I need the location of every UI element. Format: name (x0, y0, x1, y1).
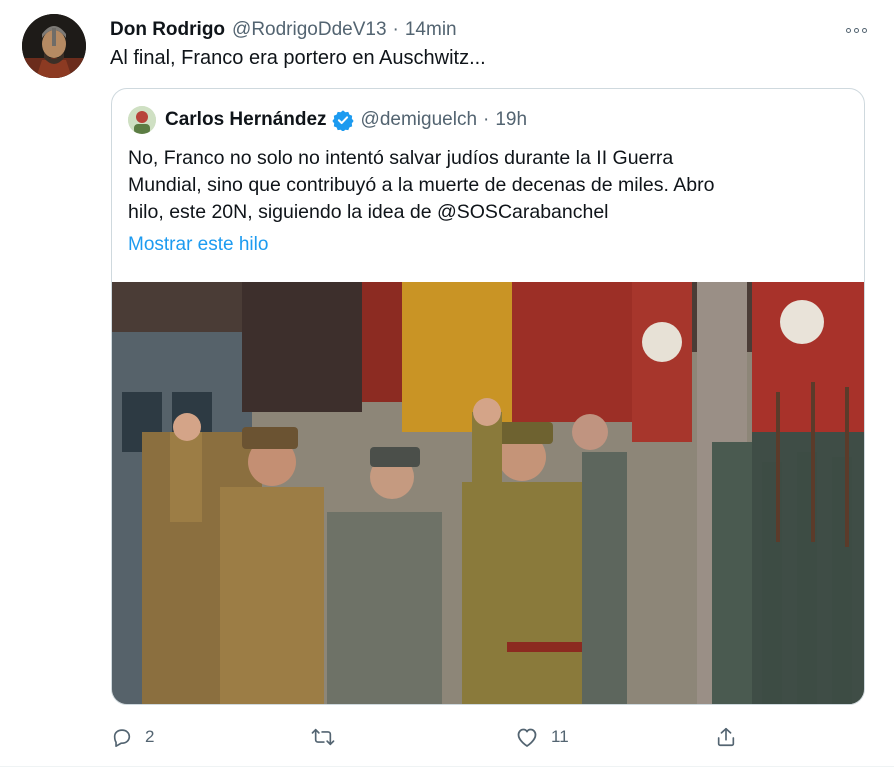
quoted-tweet[interactable]: Carlos Hernández @demiguelch · 19h No, F… (111, 88, 865, 705)
share-button[interactable] (715, 722, 737, 752)
verified-icon (331, 109, 354, 131)
quoted-tweet-timestamp[interactable]: 19h (495, 109, 527, 131)
avatar-image (22, 14, 86, 78)
reply-count: 2 (145, 727, 155, 746)
quoted-text-line: No, Franco no solo no intentó salvar jud… (128, 147, 674, 169)
author-name[interactable]: Don Rodrigo (110, 19, 225, 41)
quoted-tweet-header: Carlos Hernández @demiguelch · 19h (128, 106, 527, 134)
retweet-icon (311, 728, 335, 746)
share-icon (717, 727, 735, 747)
author-handle[interactable]: @RodrigoDdeV13 (232, 19, 387, 41)
quoted-author-handle[interactable]: @demiguelch (361, 109, 477, 131)
like-count: 11 (551, 727, 569, 746)
tweet[interactable]: Don Rodrigo @RodrigoDdeV13 · 14min Al fi… (0, 0, 894, 774)
retweet-button[interactable] (311, 722, 347, 752)
like-button[interactable]: 11 (515, 722, 569, 752)
quoted-avatar-image (128, 106, 156, 134)
quoted-text-line: Mundial, sino que contribuyó a la muerte… (128, 174, 715, 196)
quoted-tweet-text: No, Franco no solo no intentó salvar jud… (128, 145, 850, 226)
quoted-text-line: hilo, este 20N, siguiendo la idea de @SO… (128, 201, 609, 223)
like-icon (517, 728, 537, 747)
tweet-divider (0, 766, 894, 767)
quoted-tweet-photo[interactable] (112, 282, 864, 704)
quoted-author-name[interactable]: Carlos Hernández (165, 109, 327, 131)
separator-dot: · (392, 19, 399, 40)
quoted-author-avatar[interactable] (128, 106, 156, 134)
quoted-separator-dot: · (483, 109, 490, 130)
reply-button[interactable]: 2 (111, 722, 154, 752)
show-thread-link[interactable]: Mostrar este hilo (128, 234, 268, 256)
more-icon[interactable] (836, 18, 876, 42)
reply-icon (113, 729, 131, 747)
tweet-timestamp[interactable]: 14min (405, 19, 457, 41)
photo-illustration (112, 282, 864, 704)
tweet-header: Don Rodrigo @RodrigoDdeV13 · 14min (110, 16, 834, 44)
tweet-text: Al final, Franco era portero en Auschwit… (110, 47, 486, 69)
tweet-actions: 2 11 (111, 722, 871, 752)
author-avatar[interactable] (22, 14, 86, 78)
